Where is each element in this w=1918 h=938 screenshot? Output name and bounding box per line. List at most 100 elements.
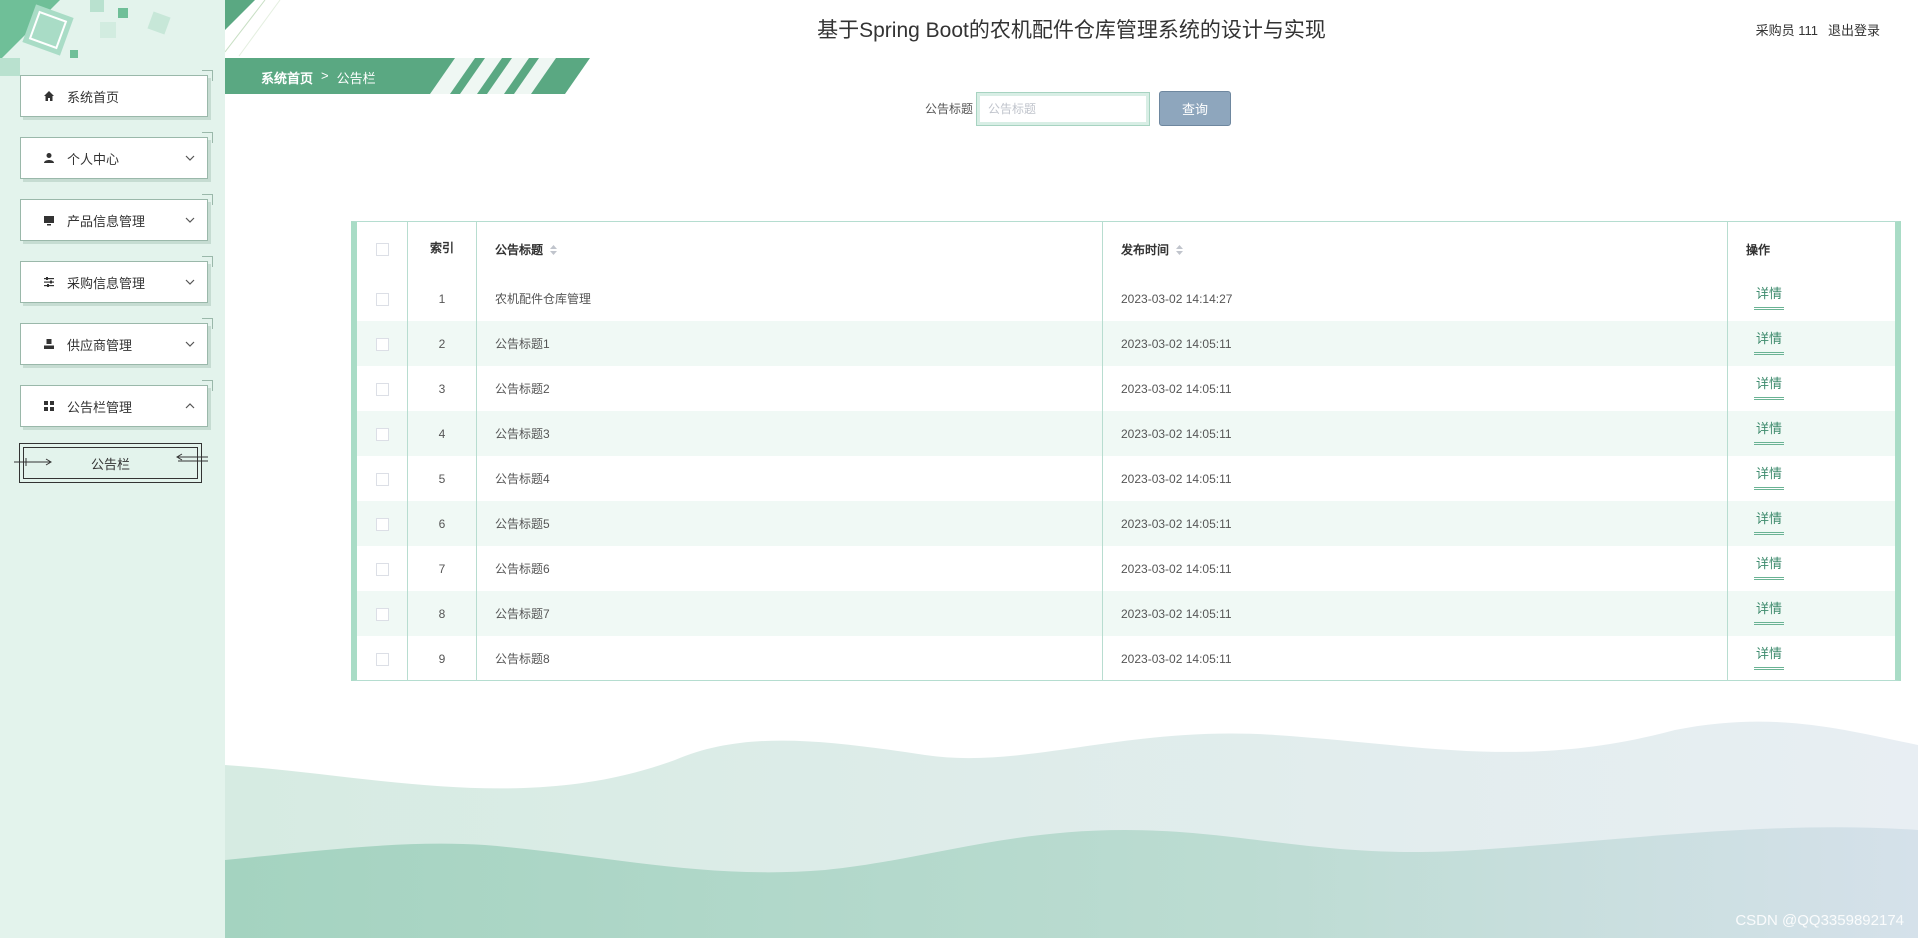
- row-select-cell: [357, 321, 408, 366]
- sidebar-item-home[interactable]: 系统首页: [20, 70, 213, 117]
- row-select-cell: [357, 411, 408, 456]
- sidebar-item-label: 公告栏管理: [67, 399, 133, 415]
- chevron-down-icon: [183, 213, 197, 227]
- arrow-left-icon: [176, 453, 208, 462]
- arrow-right-icon: [14, 458, 52, 466]
- row-time: 2023-03-02 14:14:27: [1102, 276, 1728, 321]
- title-header-label: 公告标题: [495, 242, 544, 257]
- row-title: 公告标题7: [476, 591, 1103, 636]
- detail-link[interactable]: 详情: [1754, 553, 1785, 580]
- chevron-down-icon: [183, 337, 197, 351]
- time-header-label: 发布时间: [1121, 242, 1170, 257]
- sidebar-item-supplier[interactable]: 供应商管理: [20, 318, 213, 365]
- row-checkbox[interactable]: [375, 562, 389, 576]
- search-button[interactable]: 查询: [1159, 91, 1232, 126]
- sort-icon[interactable]: [1176, 245, 1184, 256]
- row-time: 2023-03-02 14:05:11: [1102, 321, 1728, 366]
- row-index: 1: [407, 276, 477, 321]
- detail-link[interactable]: 详情: [1754, 418, 1785, 445]
- row-title: 农机配件仓库管理: [476, 276, 1103, 321]
- detail-link[interactable]: 详情: [1754, 508, 1785, 535]
- row-index: 8: [407, 591, 477, 636]
- detail-link[interactable]: 详情: [1754, 643, 1785, 670]
- detail-link[interactable]: 详情: [1754, 283, 1785, 310]
- row-index: 3: [407, 366, 477, 411]
- row-title: 公告标题5: [476, 501, 1103, 546]
- search-input[interactable]: [976, 91, 1151, 126]
- sidebar-item-notice-management[interactable]: 公告栏管理: [20, 380, 213, 427]
- row-checkbox[interactable]: [375, 517, 389, 531]
- chevron-down-icon: [183, 275, 197, 289]
- user-info: 采购员 111 退出登录: [1756, 20, 1880, 39]
- table-row: 8 公告标题7 2023-03-02 14:05:11 详情: [357, 591, 1895, 636]
- row-checkbox[interactable]: [375, 607, 389, 621]
- sidebar-subitem-notice-board[interactable]: 公告栏: [14, 443, 208, 483]
- row-checkbox[interactable]: [375, 472, 389, 486]
- row-checkbox[interactable]: [375, 292, 389, 306]
- row-title: 公告标题2: [476, 366, 1103, 411]
- breadcrumb-home-link[interactable]: 系统首页: [261, 68, 313, 87]
- row-action-cell: 详情: [1728, 636, 1896, 681]
- row-time: 2023-03-02 14:05:11: [1102, 501, 1728, 546]
- sidebar-item-label: 个人中心: [67, 151, 120, 167]
- row-action-cell: 详情: [1727, 501, 1895, 546]
- row-action-cell: 详情: [1728, 276, 1896, 321]
- row-index: 9: [407, 636, 477, 681]
- row-title: 公告标题8: [476, 636, 1103, 681]
- sidebar-item-personal-center[interactable]: 个人中心: [20, 132, 213, 179]
- row-action-cell: 详情: [1728, 546, 1896, 591]
- row-index: 2: [407, 321, 477, 366]
- row-select-cell: [357, 456, 408, 501]
- row-select-cell: [357, 591, 408, 636]
- row-action-cell: 详情: [1727, 591, 1895, 636]
- notice-table: 索引 公告标题 发布时间 操作 1 农机配件仓库管理 2023-03-02 14:1…: [351, 221, 1901, 681]
- sidebar-item-purchase-info[interactable]: 采购信息管理: [20, 256, 213, 303]
- table-row: 1 农机配件仓库管理 2023-03-02 14:14:27 详情: [357, 276, 1895, 321]
- table-body: 1 农机配件仓库管理 2023-03-02 14:14:27 详情 2 公告标题1 2023…: [357, 276, 1895, 681]
- sidebar-item-product-info[interactable]: 产品信息管理: [20, 194, 213, 241]
- title-header[interactable]: 公告标题: [476, 222, 1103, 276]
- row-select-cell: [357, 276, 408, 321]
- row-index: 4: [407, 411, 477, 456]
- monitor-icon: [41, 212, 57, 228]
- time-header[interactable]: 发布时间: [1102, 222, 1728, 276]
- sort-icon[interactable]: [550, 245, 558, 256]
- person-icon: [41, 336, 57, 352]
- select-all-checkbox[interactable]: [375, 243, 389, 257]
- sidebar-decoration: [0, 0, 225, 80]
- row-title: 公告标题6: [476, 546, 1103, 591]
- sidebar-item-label: 系统首页: [67, 89, 120, 105]
- table-row: 6 公告标题5 2023-03-02 14:05:11 详情: [357, 501, 1895, 546]
- detail-link[interactable]: 详情: [1754, 463, 1785, 490]
- row-checkbox[interactable]: [375, 382, 389, 396]
- row-select-cell: [357, 636, 408, 681]
- breadcrumb-current: 公告栏: [336, 71, 376, 86]
- detail-link[interactable]: 详情: [1754, 328, 1785, 355]
- row-action-cell: 详情: [1727, 411, 1895, 456]
- detail-link[interactable]: 详情: [1754, 373, 1785, 400]
- detail-link[interactable]: 详情: [1754, 598, 1785, 625]
- home-icon: [41, 88, 57, 104]
- select-all-cell: [357, 222, 408, 276]
- row-index: 5: [407, 456, 477, 501]
- chevron-up-icon: [183, 399, 197, 413]
- row-checkbox[interactable]: [375, 652, 389, 666]
- table-row: 9 公告标题8 2023-03-02 14:05:11 详情: [357, 636, 1895, 681]
- action-header: 操作: [1746, 242, 1771, 257]
- row-time: 2023-03-02 14:05:11: [1102, 636, 1728, 681]
- sidebar-item-label: 采购信息管理: [67, 275, 146, 291]
- watermark-text: CSDN @QQ3359892174: [1735, 912, 1904, 929]
- search-label: 公告标题: [925, 102, 974, 116]
- row-time: 2023-03-02 14:05:11: [1102, 366, 1728, 411]
- row-select-cell: [357, 366, 408, 411]
- row-time: 2023-03-02 14:05:11: [1102, 546, 1728, 591]
- logout-link[interactable]: 退出登录: [1828, 20, 1880, 39]
- row-time: 2023-03-02 14:05:11: [1102, 456, 1728, 501]
- table-row: 7 公告标题6 2023-03-02 14:05:11 详情: [357, 546, 1895, 591]
- row-action-cell: 详情: [1727, 321, 1895, 366]
- table-row: 2 公告标题1 2023-03-02 14:05:11 详情: [357, 321, 1895, 366]
- row-checkbox[interactable]: [375, 427, 389, 441]
- row-checkbox[interactable]: [375, 337, 389, 351]
- row-select-cell: [357, 546, 408, 591]
- user-role-name: 采购员 111: [1755, 23, 1818, 38]
